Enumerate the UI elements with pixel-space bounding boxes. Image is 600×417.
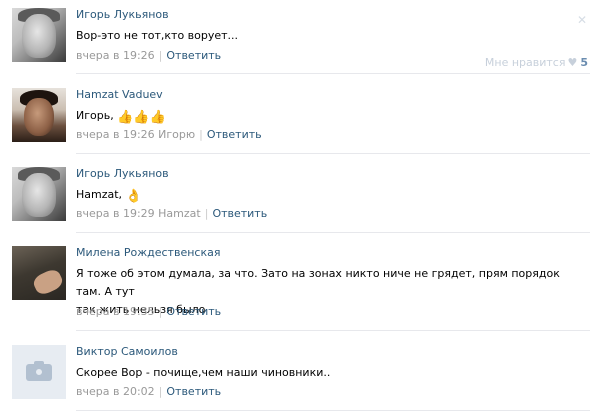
delete-icon[interactable]: ✕ xyxy=(576,14,588,26)
thumbs-up-icon: 👍 xyxy=(149,110,166,125)
comment-time[interactable]: вчера в 19:26 xyxy=(76,49,155,62)
like-count: 5 xyxy=(580,56,588,69)
comment-author[interactable]: Hamzat Vaduev xyxy=(76,88,163,102)
comment-item: Игорь Лукьянов Hamzat, 👌 вчера в 19:29 H… xyxy=(0,167,600,237)
comment-meta: вчера в 19:26 | Ответить xyxy=(76,49,221,63)
like-label: Мне нравится xyxy=(484,56,566,69)
reply-link[interactable]: Ответить xyxy=(207,128,262,141)
comment-item: Милена Рождественская Я тоже об этом дум… xyxy=(0,246,600,326)
avatar[interactable] xyxy=(12,246,66,300)
reply-link[interactable]: Ответить xyxy=(166,385,221,398)
comment-time[interactable]: вчера в 19:29 xyxy=(76,207,155,220)
comment-meta: вчера в 20:02 | Ответить xyxy=(76,385,221,399)
separator: | xyxy=(204,207,209,220)
divider xyxy=(76,232,590,233)
comment-time[interactable]: вчера в 19:35 xyxy=(76,305,155,318)
comment-text: Вор-это не тот,кто ворует... xyxy=(76,29,239,42)
like-button[interactable]: Мне нравится ♥ 5 xyxy=(485,56,588,69)
divider xyxy=(76,73,590,74)
separator: | xyxy=(158,305,163,318)
reply-link[interactable]: Ответить xyxy=(166,305,221,318)
comment-author[interactable]: Игорь Лукьянов xyxy=(76,8,169,22)
comment-text: Скорее Вор - почище,чем наши чиновники.. xyxy=(76,366,331,379)
comment-text-content: Hamzat, xyxy=(76,188,123,201)
comment-text-line: Я тоже об этом думала, за что. Зато на з… xyxy=(76,267,560,298)
reply-to[interactable]: Игорю xyxy=(158,128,195,141)
comment-meta: вчера в 19:29 Hamzat | Ответить xyxy=(76,207,267,221)
comment-author[interactable]: Виктор Самоилов xyxy=(76,345,178,359)
reply-link[interactable]: Ответить xyxy=(212,207,267,220)
reply-to[interactable]: Hamzat xyxy=(158,207,201,220)
thumbs-up-icon: 👍 xyxy=(117,110,134,125)
separator: | xyxy=(158,49,163,62)
comment-text: Hamzat, 👌 xyxy=(76,186,576,206)
comment-text: Игорь, 👍👍👍 xyxy=(76,107,576,127)
comment-text-content: Игорь, xyxy=(76,109,114,122)
comment-meta: вчера в 19:26 Игорю | Ответить xyxy=(76,128,262,142)
divider xyxy=(76,153,590,154)
comment-time[interactable]: вчера в 19:26 xyxy=(76,128,155,141)
avatar[interactable] xyxy=(12,8,66,62)
comment-author[interactable]: Милена Рождественская xyxy=(76,246,220,260)
avatar[interactable] xyxy=(12,167,66,221)
comment-item: Hamzat Vaduev Игорь, 👍👍👍 вчера в 19:26 И… xyxy=(0,88,600,158)
separator: | xyxy=(158,385,163,398)
comment-author[interactable]: Игорь Лукьянов xyxy=(76,167,169,181)
ok-hand-icon: 👌 xyxy=(125,189,142,204)
avatar[interactable] xyxy=(12,345,66,399)
heart-icon: ♥ xyxy=(567,56,578,69)
comment-item: Игорь Лукьянов Вор-это не тот,кто ворует… xyxy=(0,8,600,78)
avatar[interactable] xyxy=(12,88,66,142)
comment-time[interactable]: вчера в 20:02 xyxy=(76,385,155,398)
comment-item: Виктор Самоилов Скорее Вор - почище,чем … xyxy=(0,345,600,415)
comment-meta: вчера в 19:35 | Ответить xyxy=(76,305,221,319)
reply-link[interactable]: Ответить xyxy=(166,49,221,62)
separator: | xyxy=(199,128,203,141)
thumbs-up-icon: 👍 xyxy=(133,110,150,125)
divider xyxy=(76,410,590,411)
divider xyxy=(76,330,590,331)
